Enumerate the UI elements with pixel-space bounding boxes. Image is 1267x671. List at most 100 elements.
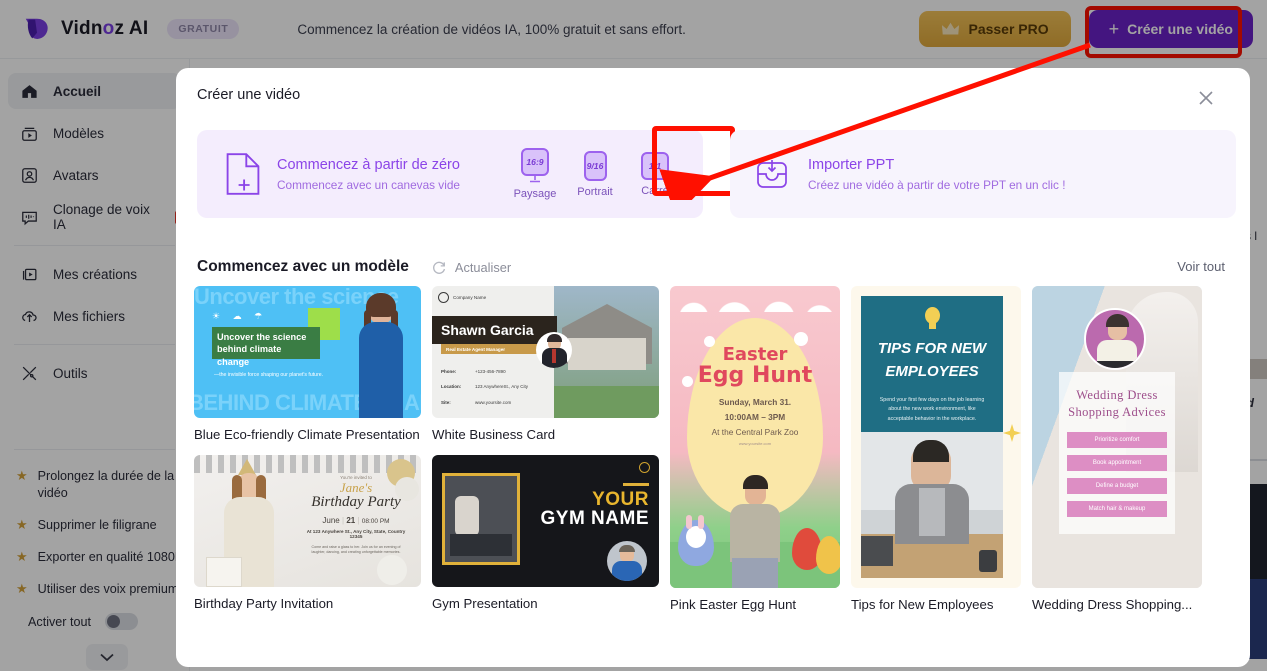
- thumb-gym-logo: [639, 462, 650, 473]
- thumb-wed-b4: Match hair & makeup: [1067, 501, 1167, 517]
- thumb-bday-title: Birthday Party: [311, 494, 401, 510]
- thumb-office-photo: [861, 432, 1003, 578]
- template-name: Pink Easter Egg Hunt: [670, 597, 797, 612]
- thumb-tips-title1: TIPS FOR NEW: [877, 340, 987, 357]
- thumb-easter-date: Sunday, March 31.: [718, 397, 792, 407]
- templates-column-2: Company Name Shawn Garcia Real Estate Ag…: [432, 286, 659, 612]
- thumb-presenter: [726, 475, 784, 588]
- new-document-icon: [226, 153, 260, 195]
- template-name: Birthday Party Invitation: [194, 596, 334, 611]
- refresh-icon: [432, 261, 446, 274]
- template-thumbnail: Uncover the science BEHIND CLIMATE CHANG…: [194, 286, 421, 418]
- modal-close-button[interactable]: [1196, 88, 1216, 108]
- thumb-f2-label: Location:: [441, 384, 462, 390]
- ratio-value-carre: 1:1: [648, 160, 662, 171]
- thumb-clouds: [670, 286, 840, 312]
- thumb-f2-value: 123 AnywhereSt., Any City: [475, 384, 529, 390]
- thumb-month: June: [322, 516, 340, 525]
- thumb-avatar: [607, 541, 647, 581]
- thumb-gym-rule: [623, 483, 649, 486]
- template-thumbnail: Wedding Dress Shopping Advices Prioritiz…: [1032, 286, 1202, 588]
- monitor-stand-icon: [530, 176, 540, 183]
- thumb-easter-text: Easter Egg Hunt Sunday, March 31. 10:00A…: [670, 344, 840, 446]
- thumb-gym-line2: GYM NAME: [540, 508, 649, 529]
- thumb-wed-b2: Book appointment: [1067, 455, 1167, 471]
- templates-column-3: Easter Egg Hunt Sunday, March 31. 10:00A…: [670, 286, 840, 612]
- start-from-scratch-card[interactable]: Commencez à partir de zéro Commencez ave…: [197, 126, 735, 218]
- thumb-address: At 123 Anywhere St., Any City, State, Co…: [306, 529, 406, 539]
- bulb-icon: [919, 301, 945, 335]
- template-thumbnail: Company Name Shawn Garcia Real Estate Ag…: [432, 286, 659, 418]
- ratio-label-paysage: Paysage: [513, 188, 557, 200]
- thumb-wed-title1: Wedding Dress: [1076, 388, 1158, 402]
- ratio-option-portrait[interactable]: 9/16 Portrait: [567, 150, 623, 198]
- thumb-wed-panel: Wedding Dress Shopping Advices Prioritiz…: [1059, 372, 1175, 534]
- template-name: White Business Card: [432, 427, 556, 442]
- sparkle-icon: [1003, 424, 1021, 442]
- thumb-easter-title1: Easter: [722, 344, 788, 365]
- thumb-company-label: Company Name: [453, 295, 487, 300]
- weather-icons: ☀ ☁ ☂: [212, 311, 268, 321]
- thumb-easter-place: At the Central Park Zoo: [711, 427, 799, 437]
- template-card-business-card[interactable]: Company Name Shawn Garcia Real Estate Ag…: [432, 286, 659, 442]
- close-icon: [1199, 91, 1213, 105]
- thumb-bday-texts: You're invited to Jane's Birthday Party …: [300, 475, 412, 556]
- thumb-heading-1: Uncover the science: [217, 332, 307, 342]
- create-video-modal: Créer une vidéo Commencez à partir de zé…: [176, 68, 1250, 667]
- templates-grid: Uncover the science BEHIND CLIMATE CHANG…: [194, 286, 1234, 612]
- thumb-easter-time: 10:00AM – 3PM: [724, 412, 786, 422]
- square-icon: 1:1: [641, 151, 669, 180]
- aspect-ratio-group: 16:9 Paysage 9/16 Portrait 1:1 Carré: [507, 148, 689, 200]
- see-all-link[interactable]: Voir tout: [1177, 259, 1225, 274]
- refresh-label: Actualiser: [454, 259, 512, 275]
- ratio-option-paysage[interactable]: 16:9 Paysage: [507, 148, 563, 200]
- creation-options-row: Commencez à partir de zéro Commencez ave…: [197, 126, 1236, 218]
- template-thumbnail: You're invited to Jane's Birthday Party …: [194, 455, 421, 587]
- thumb-day: 21: [346, 516, 356, 525]
- scratch-texts: Commencez à partir de zéro Commencez ave…: [277, 157, 460, 192]
- ratio-option-carre[interactable]: 1:1 Carré: [627, 151, 683, 197]
- thumb-avatar: [1084, 308, 1146, 370]
- template-card-wedding[interactable]: Wedding Dress Shopping Advices Prioritiz…: [1032, 286, 1202, 612]
- template-card-birthday[interactable]: You're invited to Jane's Birthday Party …: [194, 455, 421, 611]
- thumb-sub: —the invisible force shaping our planet'…: [214, 372, 324, 378]
- ratio-value-portrait: 9/16: [586, 160, 604, 171]
- thumb-flower-2: [794, 332, 808, 346]
- thumb-note: Come and raise a glass to her. Join us f…: [311, 545, 401, 555]
- refresh-templates-button[interactable]: Actualiser: [431, 259, 511, 275]
- template-thumbnail: TIPS FOR NEW EMPLOYEES Spend your first …: [851, 286, 1021, 588]
- template-card-climate[interactable]: Uncover the science BEHIND CLIMATE CHANG…: [194, 286, 421, 442]
- templates-column-5: Wedding Dress Shopping Advices Prioritiz…: [1032, 286, 1202, 612]
- thumb-balloon-3: [377, 555, 407, 585]
- template-name: Blue Eco-friendly Climate Presentation: [194, 427, 420, 442]
- thumb-tips-body: Spend your first few days on the job lea…: [879, 397, 985, 422]
- thumb-heading-2: behind climate change: [217, 344, 282, 367]
- ratio-label-portrait: Portrait: [577, 185, 613, 198]
- template-card-easter[interactable]: Easter Egg Hunt Sunday, March 31. 10:00A…: [670, 286, 840, 612]
- modal-title: Créer une vidéo: [197, 87, 301, 103]
- thumb-flower-3: [682, 376, 693, 387]
- template-card-gym[interactable]: YOUR GYM NAME Gym Presentation: [432, 455, 659, 611]
- scratch-subtitle: Commencez avec un canevas vide: [277, 177, 460, 192]
- ratio-value-paysage: 16:9: [526, 157, 544, 167]
- templates-section-title: Commencez avec un modèle: [197, 258, 409, 275]
- thumb-tips-title: TIPS FOR NEW EMPLOYEES: [861, 338, 1003, 383]
- ratio-label-carre: Carré: [641, 184, 669, 197]
- thumb-contact-labels: Phone: +123-456-7890 Location: 123 Anywher…: [441, 364, 528, 410]
- import-ppt-card[interactable]: Importer PPT Créez une vidéo à partir de…: [730, 130, 1236, 218]
- thumb-bunny-egg: [678, 515, 714, 566]
- templates-column-1: Uncover the science BEHIND CLIMATE CHANG…: [194, 286, 421, 612]
- thumb-wed-b1: Prioritize comfort: [1067, 432, 1167, 448]
- thumb-easter-title2: Egg Hunt: [697, 363, 813, 388]
- thumb-flower-1: [704, 336, 715, 347]
- thumb-f3-label: Site:: [441, 399, 451, 405]
- scratch-title: Commencez à partir de zéro: [277, 156, 460, 173]
- thumb-easter-site: www.yoursite.com: [738, 441, 772, 446]
- thumb-gym-photo: [442, 473, 520, 565]
- template-name: Gym Presentation: [432, 596, 538, 611]
- template-name: Wedding Dress Shopping...: [1032, 597, 1193, 612]
- thumb-wed-title2: Shopping Advices: [1068, 405, 1166, 419]
- template-card-tips[interactable]: TIPS FOR NEW EMPLOYEES Spend your first …: [851, 286, 1021, 612]
- thumb-f3-value: www.yoursite.com: [475, 399, 512, 405]
- templates-column-4: TIPS FOR NEW EMPLOYEES Spend your first …: [851, 286, 1021, 612]
